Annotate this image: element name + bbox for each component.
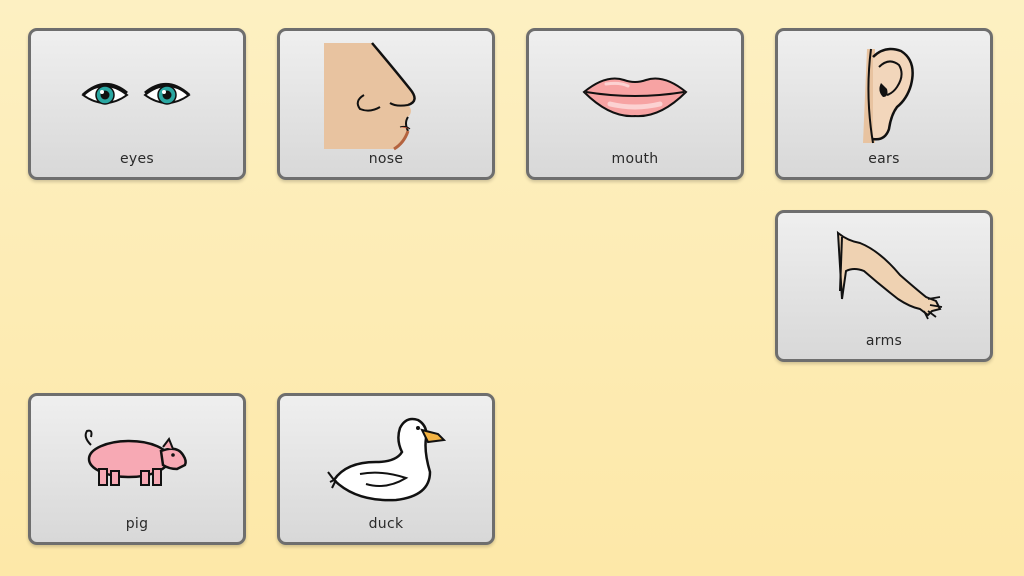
tile-label: eyes (119, 151, 154, 167)
tile-eyes[interactable]: eyes (28, 28, 246, 180)
ear-icon (778, 39, 990, 151)
arm-icon (778, 221, 990, 333)
tile-duck[interactable]: duck (277, 393, 495, 545)
duck-icon (280, 404, 492, 516)
tile-nose[interactable]: nose (277, 28, 495, 180)
tile-label: pig (125, 516, 149, 532)
symbol-board: eyes nose mouth ears arms pig duck (0, 0, 1024, 576)
tile-label: nose (368, 151, 404, 167)
tile-pig[interactable]: pig (28, 393, 246, 545)
tile-ears[interactable]: ears (775, 28, 993, 180)
pig-icon (31, 404, 243, 516)
nose-icon (280, 39, 492, 151)
tile-label: arms (865, 333, 903, 349)
tile-arms[interactable]: arms (775, 210, 993, 362)
eyes-icon (31, 39, 243, 151)
mouth-icon (529, 39, 741, 151)
tile-label: mouth (611, 151, 659, 167)
tile-label: duck (368, 516, 404, 532)
tile-label: ears (868, 151, 900, 167)
tile-mouth[interactable]: mouth (526, 28, 744, 180)
